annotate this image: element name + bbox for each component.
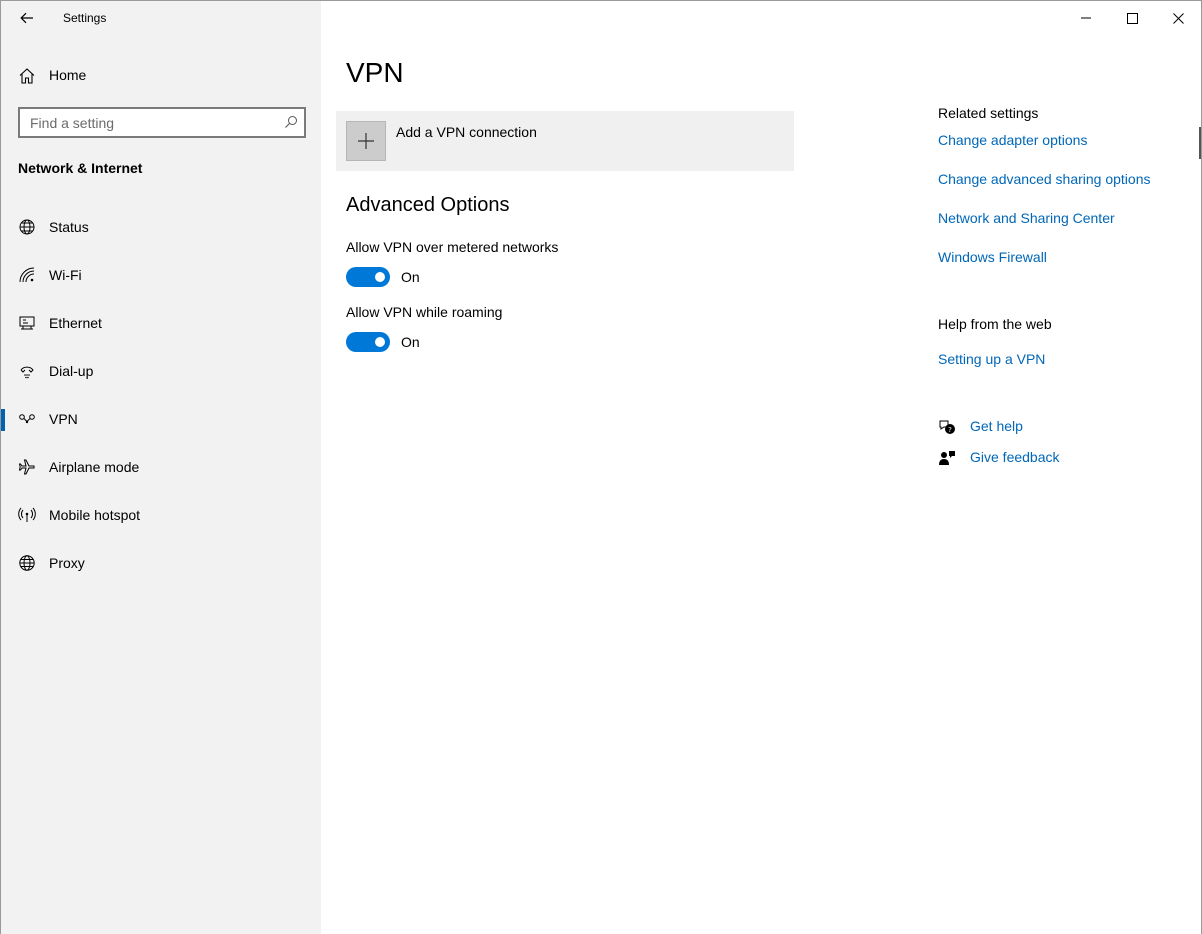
metered-networks-label: Allow VPN over metered networks [346, 239, 559, 255]
sidebar-item-airplane-mode[interactable]: Airplane mode [1, 443, 321, 491]
sidebar-item-status[interactable]: Status [1, 203, 321, 251]
sidebar: Settings Home Network & Internet [1, 1, 321, 934]
change-adapter-options-link[interactable]: Change adapter options [938, 132, 1087, 148]
sidebar-item-label: Proxy [49, 555, 85, 571]
page-title: VPN [346, 57, 404, 88]
svg-text:?: ? [948, 426, 952, 434]
add-vpn-connection-button[interactable]: Add a VPN connection [336, 111, 794, 171]
wifi-icon [19, 267, 35, 283]
toggle-knob [375, 337, 385, 347]
globe-status-icon [19, 219, 35, 235]
metered-networks-state: On [401, 269, 420, 285]
back-arrow-icon [20, 12, 33, 24]
vpn-icon [19, 414, 35, 424]
sidebar-item-label: Dial-up [49, 363, 94, 379]
back-button[interactable] [13, 5, 41, 31]
plus-tile [346, 121, 386, 161]
airplane-icon [18, 459, 35, 475]
minimize-button[interactable] [1063, 1, 1109, 35]
sidebar-item-wifi[interactable]: Wi-Fi [1, 251, 321, 299]
sidebar-item-proxy[interactable]: Proxy [1, 539, 321, 587]
metered-networks-toggle[interactable] [346, 267, 390, 287]
close-button[interactable] [1155, 1, 1201, 35]
active-indicator [1, 409, 5, 431]
get-help-label: Get help [970, 418, 1023, 434]
sidebar-item-dialup[interactable]: Dial-up [1, 347, 321, 395]
sidebar-item-label: Ethernet [49, 315, 102, 331]
get-help-link[interactable]: ? Get help [938, 417, 1078, 437]
windows-firewall-link[interactable]: Windows Firewall [938, 249, 1047, 265]
roaming-toggle[interactable] [346, 332, 390, 352]
setting-up-vpn-link[interactable]: Setting up a VPN [938, 351, 1045, 367]
app-title: Settings [63, 11, 107, 25]
close-icon [1172, 12, 1184, 24]
sidebar-item-ethernet[interactable]: Ethernet [1, 299, 321, 347]
search-icon[interactable] [284, 115, 298, 129]
window-controls [1063, 1, 1201, 35]
add-vpn-label: Add a VPN connection [396, 124, 537, 140]
dialup-icon [20, 366, 34, 379]
title-bar: Settings [1, 1, 321, 35]
sidebar-item-label: VPN [49, 411, 78, 427]
main-content: VPN Add a VPN connection Advanced Option… [321, 1, 1201, 934]
plus-icon [358, 133, 374, 149]
get-help-icon: ? [939, 420, 955, 434]
sidebar-item-label: Status [49, 219, 89, 235]
roaming-label: Allow VPN while roaming [346, 304, 503, 320]
nav-list: Status Wi-Fi Ethernet Dial-up VPN Airpla… [1, 203, 321, 587]
give-feedback-link[interactable]: Give feedback [938, 448, 1098, 468]
maximize-button[interactable] [1109, 1, 1155, 35]
section-heading: Network & Internet [18, 160, 143, 176]
nav-home-label: Home [49, 67, 87, 83]
toggle-knob [375, 272, 385, 282]
hotspot-icon [18, 507, 36, 522]
related-settings-heading: Related settings [938, 105, 1039, 121]
sidebar-item-label: Wi-Fi [49, 267, 82, 283]
home-icon [19, 68, 35, 84]
give-feedback-label: Give feedback [970, 449, 1060, 465]
roaming-state: On [401, 334, 420, 350]
scrollbar-thumb[interactable] [1199, 127, 1201, 159]
network-sharing-center-link[interactable]: Network and Sharing Center [938, 210, 1115, 226]
settings-window: Settings Home Network & Internet [0, 0, 1202, 934]
help-from-web-heading: Help from the web [938, 316, 1052, 332]
globe-icon [19, 555, 35, 571]
sidebar-item-label: Mobile hotspot [49, 507, 141, 523]
minimize-icon [1081, 17, 1091, 19]
advanced-options-heading: Advanced Options [346, 194, 510, 216]
search-box[interactable] [18, 107, 306, 138]
change-advanced-sharing-link[interactable]: Change advanced sharing options [938, 171, 1151, 187]
ethernet-icon [19, 316, 35, 330]
sidebar-item-vpn[interactable]: VPN [1, 395, 321, 443]
search-input[interactable] [20, 109, 270, 136]
nav-home[interactable]: Home [1, 59, 321, 91]
sidebar-item-mobile-hotspot[interactable]: Mobile hotspot [1, 491, 321, 539]
give-feedback-icon [939, 451, 955, 465]
maximize-icon [1126, 12, 1138, 24]
sidebar-item-label: Airplane mode [49, 459, 140, 475]
